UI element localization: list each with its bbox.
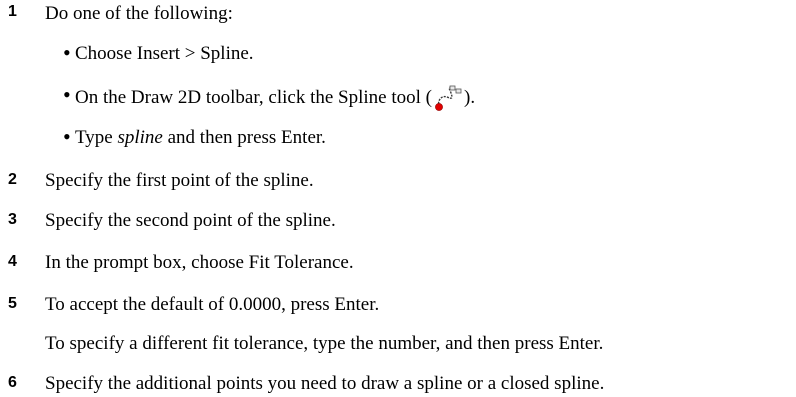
- bullet-toolbar-text-end: ).: [464, 87, 476, 108]
- bullet-type-command: spline: [117, 127, 163, 148]
- bullet-insert-spline: Choose Insert > Spline.: [75, 43, 254, 64]
- bullet-type-prefix: Type: [75, 127, 118, 148]
- step-number: 3: [8, 211, 17, 228]
- step-5-continuation: To specify a different fit tolerance, ty…: [45, 333, 604, 354]
- bullet-marker: •: [63, 82, 71, 107]
- step-4-text: In the prompt box, choose Fit Tolerance.: [45, 252, 354, 273]
- bullet-type-suffix: and then press Enter.: [162, 127, 326, 148]
- step-5-text: To accept the default of 0.0000, press E…: [45, 294, 380, 315]
- step-6-text: Specify the additional points you need t…: [45, 373, 605, 394]
- bullet-marker: •: [63, 40, 71, 65]
- instruction-document: 1 Do one of the following: • Choose Inse…: [0, 0, 796, 397]
- bullet-toolbar-spline: On the Draw 2D toolbar, click the Spline…: [75, 84, 476, 111]
- step-number: 4: [8, 253, 17, 270]
- bullet-toolbar-text: On the Draw 2D toolbar, click the Spline…: [75, 87, 432, 108]
- bullet-type-spline: Type spline and then press Enter.: [75, 126, 326, 150]
- step-3-text: Specify the second point of the spline.: [45, 210, 336, 231]
- step-2-text: Specify the first point of the spline.: [45, 170, 314, 191]
- step-1-text: Do one of the following:: [45, 3, 233, 24]
- step-number: 5: [8, 295, 17, 312]
- step-number: 2: [8, 171, 17, 188]
- step-number: 1: [8, 3, 17, 20]
- step-number: 6: [8, 374, 17, 391]
- bullet-marker: •: [63, 124, 71, 149]
- spline-tool-icon: [435, 85, 462, 111]
